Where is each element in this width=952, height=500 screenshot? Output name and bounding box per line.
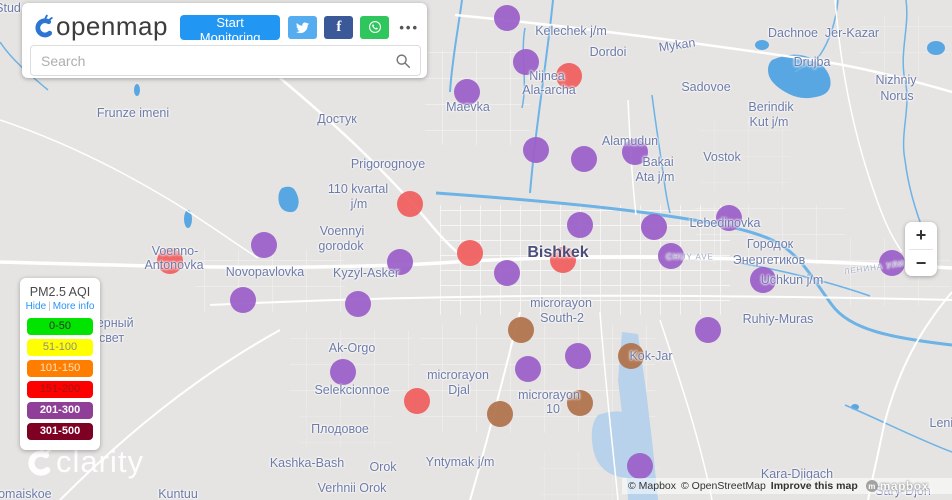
aqi-marker[interactable] (404, 388, 430, 414)
legend-band: 101-150 (27, 360, 93, 377)
legend-bands: 0-50 51-100 101-150 151-200 201-300 301-500 (20, 318, 100, 440)
aqi-marker[interactable] (641, 214, 667, 240)
aqi-marker[interactable] (627, 453, 653, 479)
aqi-marker[interactable] (494, 5, 520, 31)
legend-link-divider: | (48, 301, 51, 312)
mapbox-logo-text: mapbox (879, 479, 929, 493)
zoom-out-button[interactable]: − (905, 250, 937, 277)
legend-band: 301-500 (27, 423, 93, 440)
whatsapp-icon (368, 21, 381, 33)
aqi-marker[interactable] (556, 63, 582, 89)
aqi-marker[interactable] (397, 191, 423, 217)
aqi-marker[interactable] (750, 267, 776, 293)
search-icon[interactable] (394, 52, 412, 70)
aqi-marker[interactable] (879, 250, 905, 276)
whatsapp-button[interactable] (360, 15, 390, 39)
openmap-logo: openmap (34, 11, 168, 41)
aqi-marker[interactable] (457, 240, 483, 266)
aqi-marker[interactable] (487, 401, 513, 427)
aqi-marker[interactable] (157, 248, 183, 274)
aqi-marker[interactable] (716, 205, 742, 231)
mapbox-attribution-link[interactable]: © Mapbox (628, 480, 676, 492)
legend-band: 0-50 (27, 318, 93, 335)
zoom-in-button[interactable]: + (905, 222, 937, 249)
aqi-marker[interactable] (571, 146, 597, 172)
attribution-bar: © Mapbox © OpenStreetMap Improve this ma… (622, 478, 952, 494)
clarity-watermark-icon (28, 445, 52, 476)
aqi-marker[interactable] (658, 243, 684, 269)
aqi-marker[interactable] (494, 260, 520, 286)
aqi-marker[interactable] (508, 317, 534, 343)
facebook-icon: f (336, 18, 342, 35)
twitter-icon (296, 22, 310, 33)
legend-band: 151-200 (27, 381, 93, 398)
aqi-marker[interactable] (695, 317, 721, 343)
aqi-marker[interactable] (550, 247, 576, 273)
aqi-marker[interactable] (513, 49, 539, 75)
aqi-marker[interactable] (622, 139, 648, 165)
mapbox-logo-icon: m (865, 480, 878, 492)
logo-text: openmap (56, 11, 168, 41)
aqi-marker[interactable] (251, 232, 277, 258)
aqi-marker[interactable] (345, 291, 371, 317)
aqi-marker[interactable] (330, 359, 356, 385)
aqi-marker[interactable] (565, 343, 591, 369)
zoom-control: + − (905, 222, 937, 276)
aqi-marker[interactable] (515, 356, 541, 382)
legend-band: 51-100 (27, 339, 93, 356)
aqi-marker[interactable] (454, 79, 480, 105)
legend-more-info-link[interactable]: More info (53, 301, 95, 312)
aqi-marker[interactable] (523, 137, 549, 163)
aqi-marker[interactable] (567, 390, 593, 416)
aqi-marker[interactable] (230, 287, 256, 313)
aqi-legend: PM2.5 AQI Hide | More info 0-50 51-100 101-1… (20, 278, 100, 450)
osm-attribution-link[interactable]: © OpenStreetMap (681, 480, 766, 492)
clarity-logo-icon (35, 14, 53, 38)
legend-title: PM2.5 AQI (29, 285, 91, 299)
legend-band: 201-300 (27, 402, 93, 419)
facebook-button[interactable]: f (324, 15, 354, 39)
search-input[interactable] (31, 52, 394, 69)
map-app: StudKelechek j/mDordoiMykanDachnoeJer-Ka… (0, 0, 952, 500)
header-card: openmap Start Monitoring f ••• Search (22, 3, 427, 78)
search-box (30, 45, 421, 76)
twitter-button[interactable] (288, 15, 318, 39)
start-monitoring-button[interactable]: Start Monitoring (179, 14, 281, 45)
aqi-marker[interactable] (387, 249, 413, 275)
mapbox-watermark[interactable]: m mapbox (865, 479, 929, 493)
aqi-marker[interactable] (618, 343, 644, 369)
more-menu-button[interactable]: ••• (399, 20, 419, 35)
legend-hide-link[interactable]: Hide (26, 301, 47, 312)
improve-map-link[interactable]: Improve this map (771, 480, 858, 492)
aqi-marker[interactable] (567, 212, 593, 238)
